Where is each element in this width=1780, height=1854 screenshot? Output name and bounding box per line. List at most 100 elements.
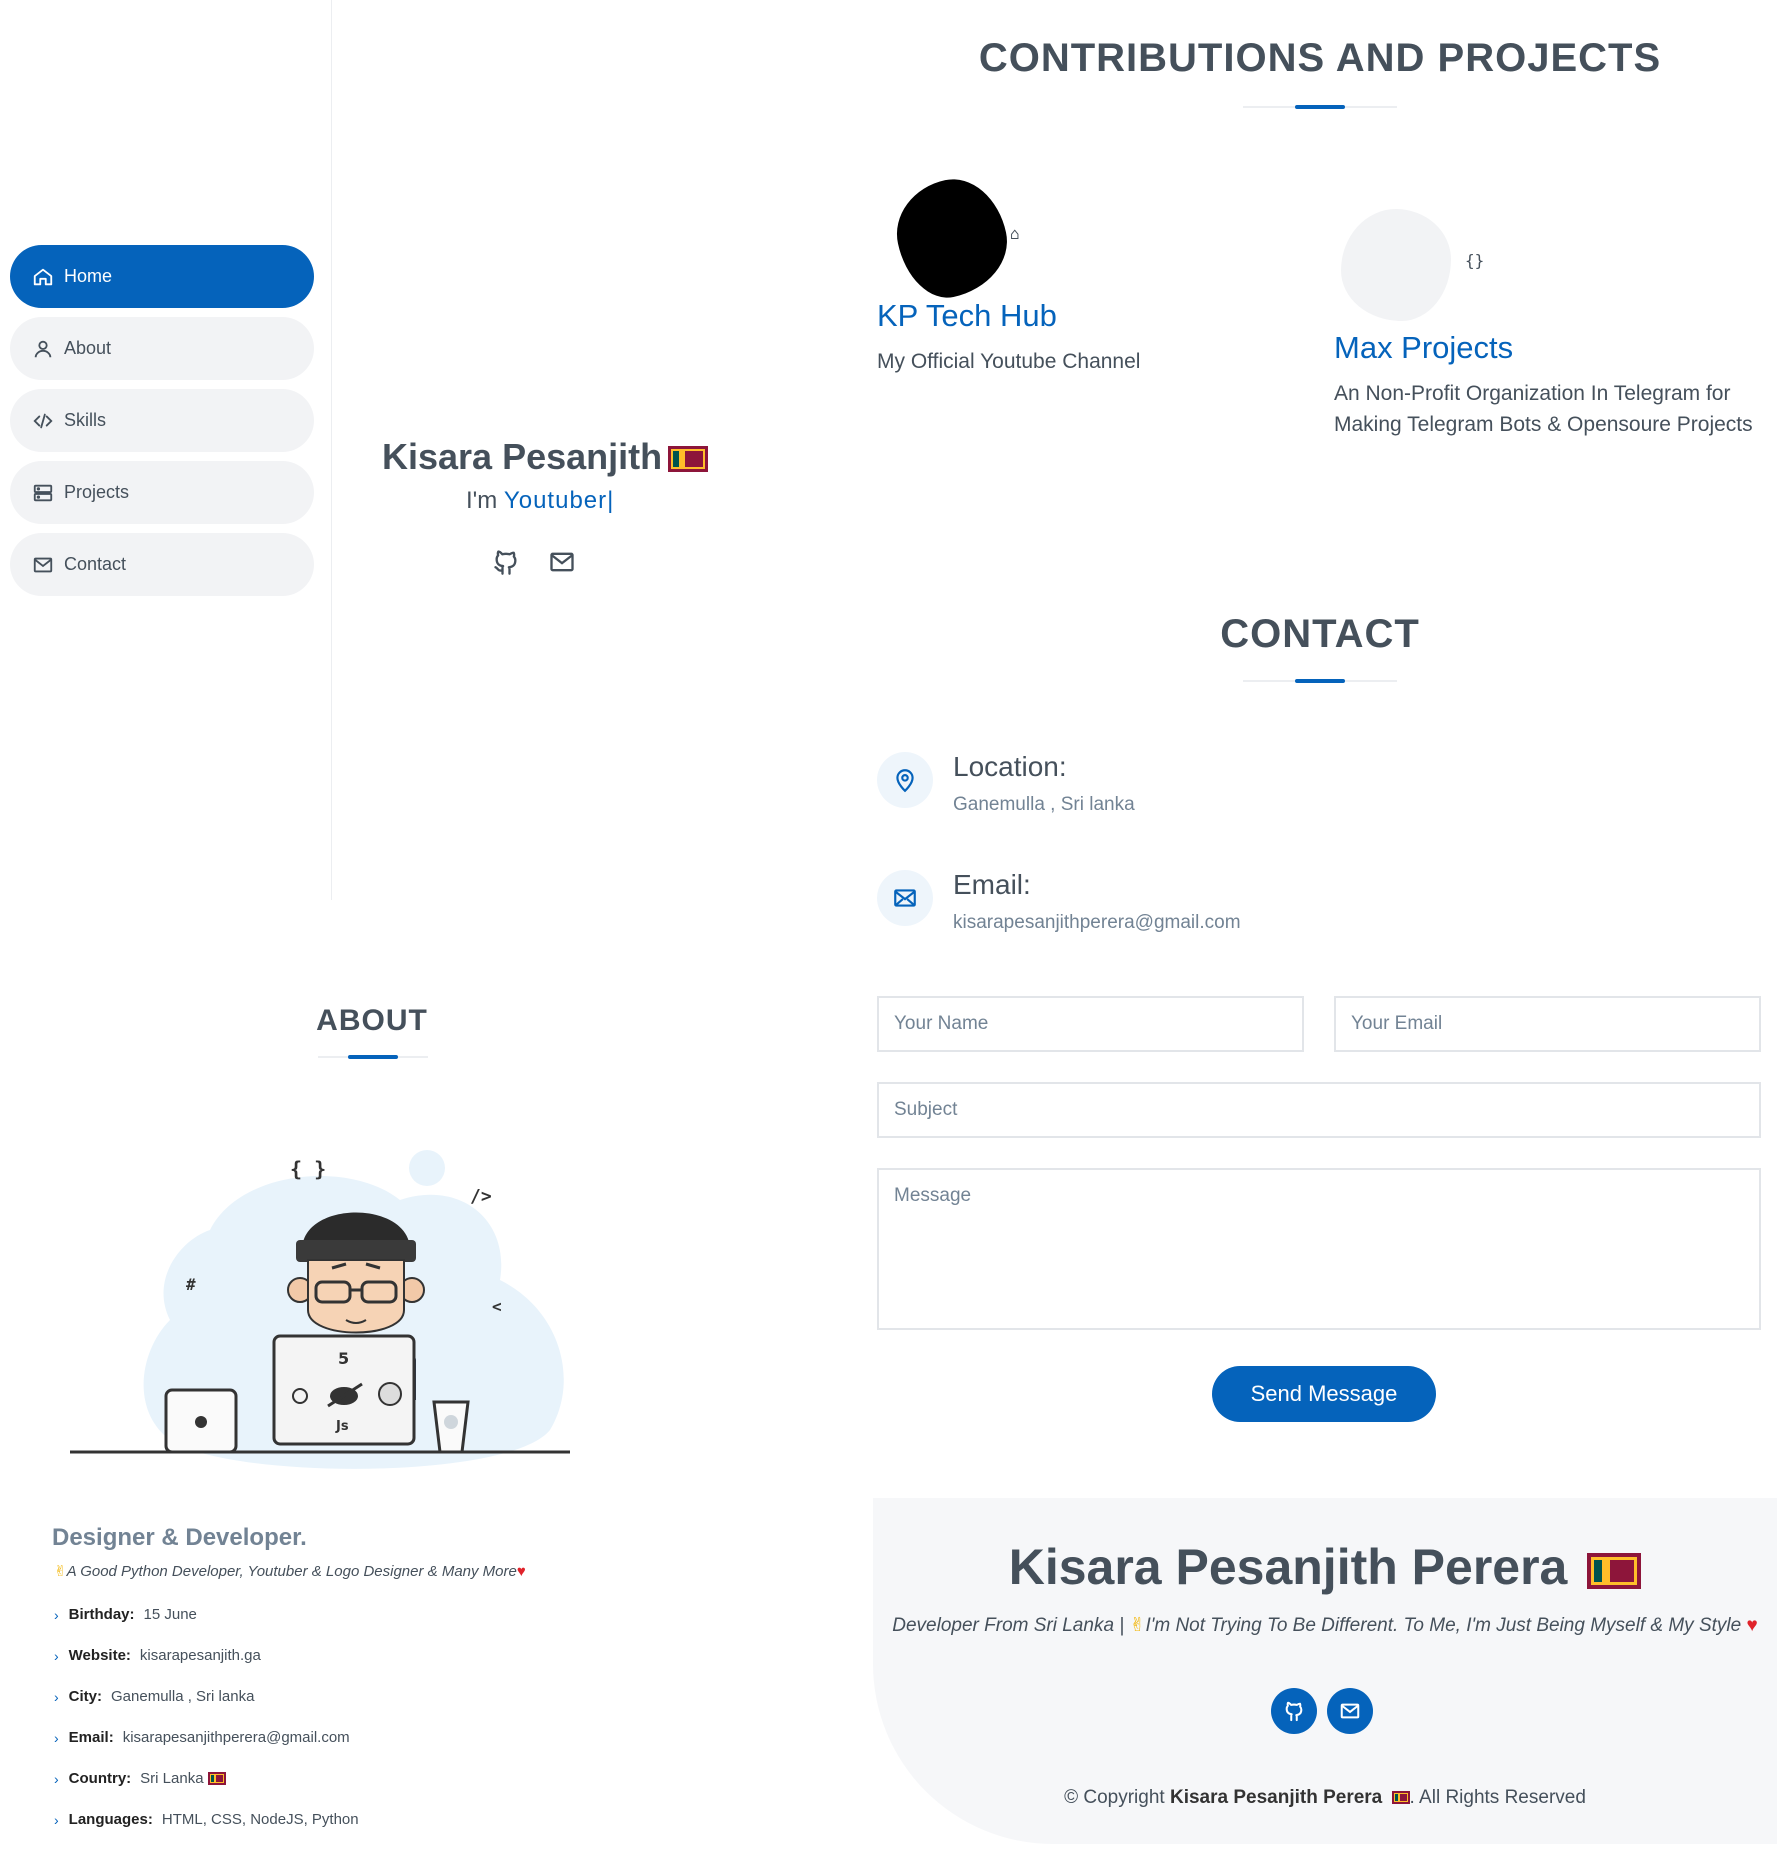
projects-section-title: CONTRIBUTIONS AND PROJECTS	[978, 36, 1662, 80]
developer-illustration: { } /> # < 5 Js	[70, 1150, 570, 1469]
send-message-button[interactable]: Send Message	[1212, 1366, 1436, 1422]
robot-icon: ⌂	[1010, 224, 1020, 243]
sri-lanka-flag-icon	[1587, 1552, 1642, 1589]
hero-prefix: I'm	[466, 487, 498, 514]
github-icon[interactable]	[1271, 1688, 1317, 1734]
illustration-glyph-hash: #	[186, 1275, 196, 1294]
heart-icon: ♥	[516, 1563, 526, 1580]
illustration-glyph-braces: { }	[290, 1157, 326, 1181]
detail-value: 15 June	[143, 1606, 197, 1623]
subject-input[interactable]: Subject	[877, 1082, 1761, 1138]
sri-lanka-flag-icon	[1391, 1791, 1410, 1805]
hero-social-links	[492, 548, 576, 576]
code-icon	[32, 410, 54, 432]
sidebar-item-skills[interactable]: Skills	[10, 389, 314, 452]
detail-value: HTML, CSS, NodeJS, Python	[161, 1811, 359, 1828]
copyright-name: Kisara Pesanjith Perera	[1169, 1787, 1383, 1808]
illustration-glyph-lt: <	[492, 1297, 502, 1316]
copyright-post: . All Rights Reserved	[1409, 1787, 1586, 1808]
js-glyph: Js	[335, 1419, 349, 1434]
project-card-kp-tech-hub: KP Tech Hub My Official Youtube Channel	[877, 298, 1277, 377]
about-tagline-text: A Good Python Developer, Youtuber & Logo…	[66, 1563, 517, 1580]
envelope-icon[interactable]	[1327, 1688, 1373, 1734]
sidebar-item-label: Skills	[64, 410, 107, 430]
project-card-max-projects: Max Projects An Non-Profit Organization …	[1334, 330, 1774, 440]
message-textarea[interactable]: Message	[877, 1168, 1761, 1330]
footer-tagline-post: I'm Not Trying To Be Different. To Me, I…	[1145, 1615, 1742, 1636]
github-icon[interactable]	[492, 548, 520, 576]
about-section-title: ABOUT	[316, 1004, 428, 1037]
detail-value: Ganemulla , Sri lanka	[111, 1688, 255, 1705]
sidebar-item-label: Projects	[64, 482, 130, 502]
list-item: › Country: Sri Lanka	[54, 1758, 359, 1799]
home-icon	[32, 266, 54, 288]
footer-name-text: Kisara Pesanjith Perera	[1008, 1539, 1568, 1595]
chevron-right-icon: ›	[54, 1770, 59, 1787]
list-item: › Birthday: 15 June	[54, 1594, 359, 1635]
about-title-underline	[318, 1056, 428, 1058]
detail-key: Country:	[68, 1770, 132, 1787]
chevron-right-icon: ›	[54, 1729, 59, 1746]
hero-subtitle: I'm Youtuber|	[466, 487, 614, 515]
kp-tech-hub-image	[887, 170, 1017, 306]
sidebar-item-label: Contact	[64, 554, 127, 574]
server-icon	[32, 482, 54, 504]
name-input[interactable]: Your Name	[877, 996, 1304, 1052]
list-item: › Website: kisarapesanjith.ga	[54, 1635, 359, 1676]
contact-section-title: CONTACT	[1220, 612, 1420, 656]
detail-key: Languages:	[68, 1811, 153, 1828]
envelope-icon	[32, 554, 54, 576]
sidebar-item-projects[interactable]: Projects	[10, 461, 314, 524]
detail-value[interactable]: kisarapesanjithperera@gmail.com	[123, 1729, 350, 1746]
detail-key: Birthday:	[68, 1606, 135, 1623]
detail-value: Sri Lanka	[140, 1770, 204, 1787]
chevron-right-icon: ›	[54, 1811, 59, 1828]
detail-key: Website:	[68, 1647, 131, 1664]
project-title[interactable]: Max Projects	[1334, 330, 1774, 366]
sri-lanka-flag-icon	[207, 1772, 226, 1785]
sidebar-item-contact[interactable]: Contact	[10, 533, 314, 596]
footer-copyright: © Copyright Kisara Pesanjith Perera . Al…	[873, 1787, 1777, 1809]
email-label: Email:	[953, 869, 1031, 900]
location-icon-wrap	[877, 752, 933, 808]
illustration-bubble	[409, 1150, 445, 1186]
victory-hand-icon: ✌	[1129, 1615, 1146, 1636]
chevron-right-icon: ›	[54, 1606, 59, 1623]
about-heading: Designer & Developer.	[52, 1524, 307, 1551]
project-description: An Non-Profit Organization In Telegram f…	[1334, 382, 1753, 436]
email-value[interactable]: kisarapesanjithperera@gmail.com	[953, 912, 1241, 934]
list-item: › City: Ganemulla , Sri lanka	[54, 1676, 359, 1717]
sidebar-item-about[interactable]: About	[10, 317, 314, 380]
footer-social-links	[1271, 1688, 1373, 1734]
email-icon-wrap	[877, 870, 933, 926]
sidebar-item-home[interactable]: Home	[10, 245, 314, 308]
hero-typed-text: Youtuber|	[503, 487, 615, 514]
sidebar-item-label: About	[64, 338, 112, 358]
list-item: › Email: kisarapesanjithperera@gmail.com	[54, 1717, 359, 1758]
envelope-icon[interactable]	[548, 548, 576, 576]
detail-key: City:	[68, 1688, 103, 1705]
chevron-right-icon: ›	[54, 1688, 59, 1705]
detail-key: Email:	[68, 1729, 114, 1746]
hero-name: Kisara Pesanjith	[382, 436, 712, 478]
sidebar-divider	[331, 0, 332, 900]
footer-tagline-pre: Developer From Sri Lanka |	[892, 1615, 1125, 1636]
project-description: My Official Youtube Channel	[877, 350, 1141, 373]
location-value: Ganemulla , Sri lanka	[953, 794, 1135, 815]
list-item: › Languages: HTML, CSS, NodeJS, Python	[54, 1799, 359, 1840]
person-icon	[32, 338, 54, 360]
email-input[interactable]: Your Email	[1334, 996, 1761, 1052]
location-label: Location:	[953, 751, 1067, 782]
footer: Kisara Pesanjith Perera Developer From S…	[873, 1498, 1777, 1844]
about-tagline: ✌A Good Python Developer, Youtuber & Log…	[54, 1562, 526, 1580]
braces-icon: {}	[1465, 251, 1485, 270]
illustration-glyph-slash: />	[470, 1186, 492, 1207]
projects-title-underline	[1243, 106, 1397, 108]
heart-icon: ♥	[1746, 1615, 1758, 1636]
about-details-list: › Birthday: 15 June › Website: kisarapesanji…	[54, 1594, 359, 1840]
project-title[interactable]: KP Tech Hub	[877, 298, 1277, 334]
detail-value[interactable]: kisarapesanjith.ga	[140, 1647, 261, 1664]
footer-tagline: Developer From Sri Lanka | ✌I'm Not Tryi…	[873, 1614, 1777, 1637]
sri-lanka-flag-icon	[668, 446, 709, 473]
chevron-right-icon: ›	[54, 1647, 59, 1664]
